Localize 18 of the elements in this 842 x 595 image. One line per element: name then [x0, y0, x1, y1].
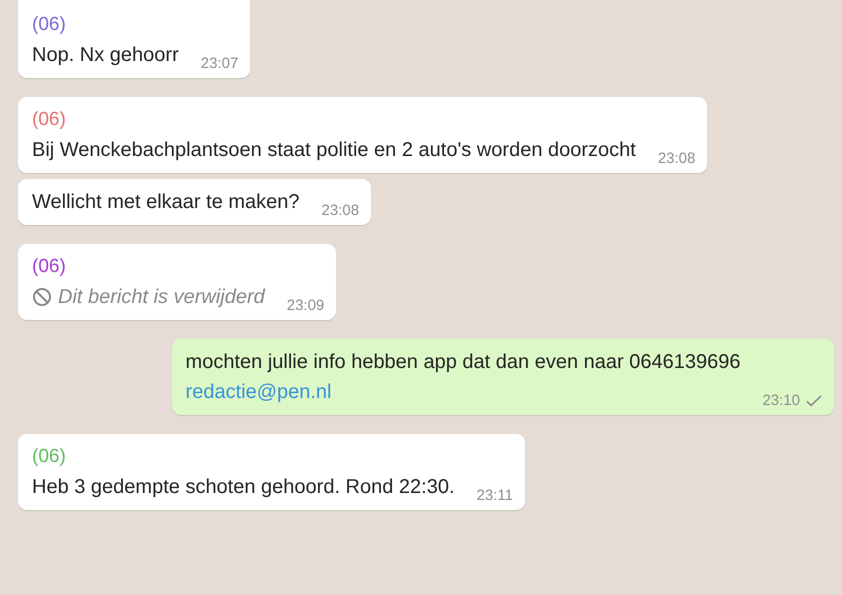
message-time: 23:08 — [322, 202, 360, 219]
deleted-message-text: Dit bericht is verwijderd — [58, 285, 265, 310]
sender-name: (06) — [32, 445, 67, 469]
message-time: 23:10 — [762, 392, 800, 409]
email-link[interactable]: redactie@pen.nl — [186, 377, 740, 407]
prohibited-icon — [32, 287, 52, 307]
message-text: Wellicht met elkaar te maken? — [32, 190, 300, 215]
sender-name: (06) — [32, 108, 67, 132]
message-time: 23:07 — [200, 55, 238, 72]
sender-name: (06) — [32, 13, 67, 37]
message-time: 23:11 — [476, 487, 513, 504]
message-text: Nop. Nx gehoorr — [32, 43, 179, 68]
message-text: Heb 3 gedempte schoten gehoord. Rond 22:30. — [32, 475, 455, 500]
sender-name: (06) — [32, 255, 67, 279]
message-text: mochten jullie info hebben app dat dan even naar 0646139696 — [186, 350, 740, 375]
message-text: Bij Wenckebachplantsoen staat politie en 2 auto's worden doorzocht — [32, 138, 636, 163]
message-time: 23:09 — [286, 297, 324, 314]
message-time: 23:08 — [658, 150, 696, 167]
